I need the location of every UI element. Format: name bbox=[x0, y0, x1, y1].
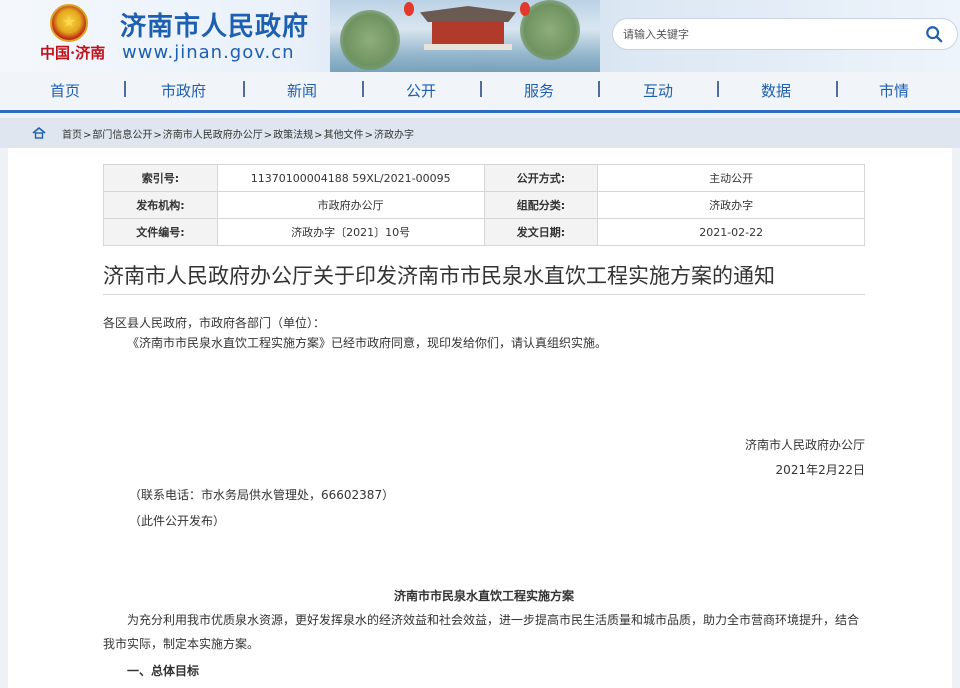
section-heading: 一、总体目标 bbox=[127, 664, 200, 678]
china-jinan-logo: 中国·济南 bbox=[40, 44, 106, 62]
breadcrumb-office[interactable]: 济南市人民政府办公厅 bbox=[163, 130, 263, 141]
nav-divider bbox=[243, 81, 245, 97]
main-nav: 首页 市政府 新闻 公开 服务 互动 数据 市情 bbox=[0, 72, 960, 110]
breadcrumb-other-docs[interactable]: 其他文件 bbox=[324, 130, 364, 141]
breadcrumb-jizhengban[interactable]: 济政办字 bbox=[374, 130, 414, 141]
meta-label-date: 发文日期: bbox=[483, 218, 599, 246]
nav-item-public[interactable]: 公开 bbox=[406, 80, 436, 101]
breadcrumb: 首页>部门信息公开>济南市人民政府办公厅>政策法规>其他文件>济政办字 bbox=[0, 118, 960, 148]
nav-divider bbox=[480, 81, 482, 97]
meta-value-category: 济政办字 bbox=[597, 191, 865, 219]
meta-label-docno: 文件编号: bbox=[103, 218, 218, 246]
nav-divider bbox=[362, 81, 364, 97]
pavilion-image bbox=[420, 6, 516, 50]
search-input[interactable] bbox=[623, 24, 913, 44]
document-title: 济南市人民政府办公厅关于印发济南市市民泉水直饮工程实施方案的通知 bbox=[103, 264, 775, 288]
site-title[interactable]: 济南市人民政府 bbox=[120, 6, 309, 43]
meta-value-public: 主动公开 bbox=[597, 164, 865, 192]
body-paragraph: 《济南市市民泉水直饮工程实施方案》已经市政府同意，现印发给你们，请认真组织实施。 bbox=[127, 336, 608, 350]
nav-divider bbox=[717, 81, 719, 97]
search-icon[interactable] bbox=[925, 25, 943, 43]
meta-label-category: 组配分类: bbox=[483, 191, 599, 219]
plan-intro: 为充分利用我市优质泉水资源，更好发挥泉水的经济效益和社会效益，进一步提高市民生活… bbox=[103, 613, 860, 651]
sign-date: 2021年2月22日 bbox=[775, 463, 865, 477]
meta-label-issuer: 发布机构: bbox=[103, 191, 218, 219]
site-header: 中国·济南 济南市人民政府 www.jinan.gov.cn bbox=[0, 0, 960, 72]
nav-divider bbox=[598, 81, 600, 97]
salutation: 各区县人民政府，市政府各部门（单位）： bbox=[103, 316, 326, 330]
lantern-icon bbox=[404, 2, 414, 16]
signer: 济南市人民政府办公厅 bbox=[744, 438, 865, 452]
title-divider bbox=[103, 294, 865, 295]
nav-divider bbox=[124, 81, 126, 97]
lantern-icon bbox=[520, 2, 530, 16]
nav-item-government[interactable]: 市政府 bbox=[161, 80, 206, 101]
nav-item-service[interactable]: 服务 bbox=[524, 80, 554, 101]
meta-value-index: 11370100004188 59XL/2021-00095 bbox=[216, 164, 485, 192]
home-icon[interactable] bbox=[32, 126, 46, 140]
nav-divider bbox=[836, 81, 838, 97]
meta-label-public: 公开方式: bbox=[483, 164, 599, 192]
meta-label-index: 索引号: bbox=[103, 164, 218, 192]
nav-underline bbox=[0, 110, 960, 113]
meta-value-date: 2021-02-22 bbox=[597, 218, 865, 246]
search-box bbox=[612, 18, 958, 50]
publish-note: （此件公开发布） bbox=[129, 514, 226, 528]
plan-title: 济南市市民泉水直饮工程实施方案 bbox=[393, 589, 574, 603]
site-url: www.jinan.gov.cn bbox=[122, 42, 295, 63]
nav-item-data[interactable]: 数据 bbox=[761, 80, 791, 101]
breadcrumb-policy[interactable]: 政策法规 bbox=[273, 130, 313, 141]
nav-item-city-info[interactable]: 市情 bbox=[879, 80, 909, 101]
breadcrumb-home[interactable]: 首页 bbox=[62, 130, 82, 141]
tree-decoration bbox=[340, 10, 400, 70]
article-content: 索引号: 11370100004188 59XL/2021-00095 公开方式… bbox=[8, 148, 952, 688]
nav-item-news[interactable]: 新闻 bbox=[287, 80, 317, 101]
breadcrumb-dept-info[interactable]: 部门信息公开 bbox=[92, 130, 152, 141]
nav-item-interact[interactable]: 互动 bbox=[643, 80, 673, 101]
national-emblem-icon bbox=[50, 4, 88, 42]
breadcrumb-trail: 首页>部门信息公开>济南市人民政府办公厅>政策法规>其他文件>济政办字 bbox=[62, 130, 414, 141]
meta-value-issuer: 市政府办公厅 bbox=[216, 191, 485, 219]
meta-value-docno: 济政办字〔2021〕10号 bbox=[216, 218, 485, 246]
document-metadata-table: 索引号: 11370100004188 59XL/2021-00095 公开方式… bbox=[103, 164, 865, 246]
contact-info: （联系电话：市水务局供水管理处，66602387） bbox=[129, 488, 395, 502]
nav-item-home[interactable]: 首页 bbox=[50, 80, 80, 101]
